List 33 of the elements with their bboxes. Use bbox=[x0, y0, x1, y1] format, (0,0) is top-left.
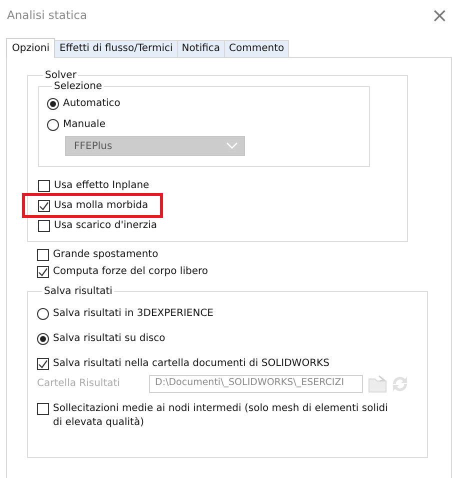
checkbox-label: Grande spostamento bbox=[53, 249, 158, 260]
radio-button[interactable] bbox=[37, 308, 49, 320]
checkbox[interactable] bbox=[37, 358, 49, 370]
checkbox-label: Usa effetto Inplane bbox=[54, 180, 150, 191]
close-button[interactable]: × bbox=[431, 3, 448, 27]
checkbox[interactable] bbox=[37, 403, 49, 415]
group-title: Salva risultati bbox=[43, 286, 114, 297]
tab[interactable]: Notifica bbox=[176, 40, 226, 57]
chevron-down-icon bbox=[226, 142, 238, 150]
tab[interactable]: Commento bbox=[224, 40, 290, 57]
window-title: Analisi statica bbox=[7, 8, 88, 22]
group-title: Selezione bbox=[53, 81, 104, 92]
checkbox[interactable] bbox=[37, 248, 49, 260]
radio-button[interactable] bbox=[47, 98, 59, 110]
group-title: Solver bbox=[44, 70, 78, 81]
radio-button[interactable] bbox=[37, 332, 49, 344]
field-label: Cartella Risultati bbox=[37, 378, 121, 389]
radio-button[interactable] bbox=[47, 118, 59, 130]
radio-label: Automatico bbox=[63, 98, 120, 109]
checkbox[interactable] bbox=[38, 180, 50, 192]
checkbox[interactable] bbox=[38, 220, 50, 232]
tab[interactable]: Effetti di flusso/Termici bbox=[54, 40, 178, 57]
radio-label: Salva risultati in 3DEXPERIENCE bbox=[53, 308, 214, 319]
radio-label: Manuale bbox=[63, 119, 106, 130]
checkbox-label: Sollecitazioni medie ai nodi intermedi (solo mesh di elementi solidi di elevata qualità) bbox=[53, 402, 388, 430]
checkbox-label: Usa molla morbida bbox=[54, 200, 148, 211]
checkbox-label: Computa forze del corpo libero bbox=[53, 266, 208, 277]
checkbox-label: Salva risultati nella cartella documenti di SOLIDWORKS bbox=[53, 357, 330, 371]
checkbox[interactable] bbox=[38, 200, 50, 212]
tab[interactable]: Opzioni bbox=[6, 38, 56, 58]
checkbox[interactable] bbox=[37, 266, 49, 278]
checkbox-label: Usa scarico d'inerzia bbox=[54, 220, 157, 231]
radio-label: Salva risultati su disco bbox=[53, 333, 166, 344]
